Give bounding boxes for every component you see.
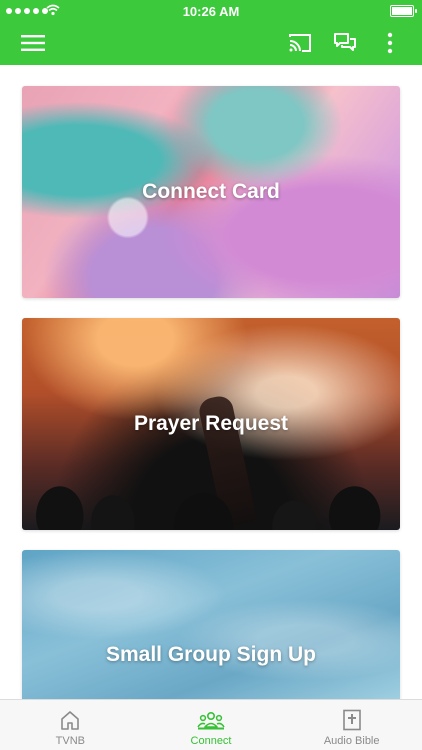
chat-icon[interactable] bbox=[332, 30, 358, 56]
tab-label: Connect bbox=[190, 735, 232, 747]
prayer-request-tile[interactable]: Prayer Request bbox=[22, 318, 400, 530]
battery-icon bbox=[390, 5, 417, 17]
bottom-tab-bar: TVNB Connect Audio Bible bbox=[0, 699, 422, 750]
status-time: 10:26 AM bbox=[182, 4, 240, 19]
card-title: Small Group Sign Up bbox=[105, 643, 316, 666]
card-title: Prayer Request bbox=[133, 412, 289, 435]
hamburger-menu-icon[interactable] bbox=[20, 30, 46, 56]
card-title: Connect Card bbox=[142, 180, 280, 203]
tab-tvnb[interactable]: TVNB bbox=[0, 700, 141, 750]
tab-label: TVNB bbox=[55, 735, 85, 747]
connect-card-tile[interactable]: Connect Card bbox=[22, 86, 400, 298]
tab-connect[interactable]: Connect bbox=[141, 700, 282, 750]
small-group-signup-tile[interactable]: Small Group Sign Up bbox=[22, 550, 400, 700]
tab-label: Audio Bible bbox=[323, 735, 380, 747]
app-bar bbox=[0, 22, 422, 65]
home-icon bbox=[61, 711, 80, 730]
status-bar: 10:26 AM bbox=[0, 0, 422, 22]
cast-icon[interactable] bbox=[287, 30, 313, 56]
more-vert-icon[interactable] bbox=[377, 30, 403, 56]
bible-icon bbox=[342, 709, 361, 731]
people-icon bbox=[197, 711, 225, 730]
tab-audio-bible[interactable]: Audio Bible bbox=[281, 700, 422, 750]
crowd-silhouette-image bbox=[22, 460, 400, 530]
